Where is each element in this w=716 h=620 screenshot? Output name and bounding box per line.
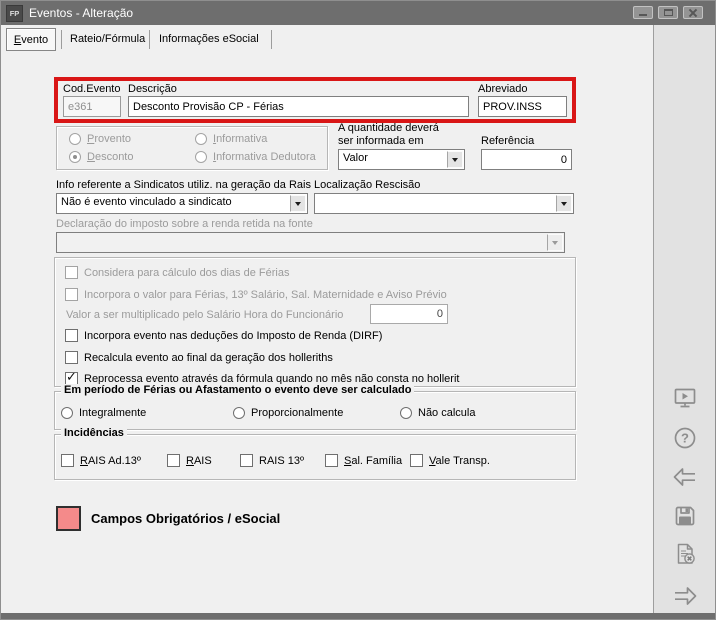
ferias-afastamento-group: Em período de Férias ou Afastamento o ev… [54,391,576,430]
quantidade-select[interactable]: Valor [338,149,465,170]
checkbox-box [65,266,78,279]
checkbox-box [61,454,74,467]
checkbox-rais-ad13[interactable]: RAIS Ad.13º [61,454,141,467]
eventos-dialog: FP Eventos - Alteração Evento Rateio/Fór… [0,0,716,620]
sindicato-label: Info referente a Sindicatos utiliz. na g… [56,179,311,191]
required-color-swatch [56,506,81,531]
incidencias-group-title: Incidências [61,427,127,439]
checkbox-box [240,454,253,467]
radio-dot [233,407,245,419]
radio-provento[interactable]: Provento [69,133,131,145]
tab-evento[interactable]: Evento [6,28,56,51]
close-icon[interactable] [683,6,703,19]
descricao-label: Descrição [128,83,177,95]
chevron-down-icon [547,234,563,251]
document-cancel-icon[interactable] [672,541,698,567]
descricao-field[interactable]: Desconto Provisão CP - Férias [128,96,469,117]
referencia-label: Referência [481,135,534,147]
checkbox-considera-dias-ferias[interactable]: Considera para cálculo dos dias de Féria… [65,266,289,279]
checkbox-box [65,288,78,301]
radio-proporcionalmente[interactable]: Proporcionalmente [233,407,343,419]
checkbox-rais-13[interactable]: RAIS 13º [240,454,304,467]
tab-divider [61,30,62,49]
titlebar: FP Eventos - Alteração [1,1,715,25]
radio-nao-calcula[interactable]: Não calcula [400,407,475,419]
monitor-play-icon[interactable] [672,385,698,411]
window-title: Eventos - Alteração [29,6,133,20]
cod-evento-field[interactable]: e361 [63,96,121,117]
checkbox-recalcula[interactable]: Recalcula evento ao final da geração dos… [65,351,333,364]
tab-divider [271,30,272,49]
sindicato-selected-value: Não é evento vinculado a sindicato [61,196,287,208]
window-bottom-edge [1,613,716,620]
chevron-down-icon[interactable] [290,195,306,212]
app-icon: FP [6,5,23,22]
radio-dot [400,407,412,419]
checkbox-sal-familia[interactable]: Sal. Família [325,454,402,467]
radio-dot [195,151,207,163]
ferias-group-title: Em período de Férias ou Afastamento o ev… [61,384,414,396]
checkbox-incorpora-valor[interactable]: Incorpora o valor para Férias, 13º Salár… [65,288,447,301]
radio-informativa-dedutora[interactable]: Informativa Dedutora [195,151,316,163]
rescisao-label: Localização Rescisão [314,179,420,191]
checkbox-vale-transp[interactable]: Vale Transp. [410,454,490,467]
quantidade-label-line1: A quantidade deverá [338,122,439,134]
arrow-right-icon[interactable] [672,583,698,609]
radio-dot [61,407,73,419]
multiplicador-label: Valor a ser multiplicado pelo Salário Ho… [66,309,343,321]
chevron-down-icon[interactable] [447,151,463,168]
tab-rateio-formula[interactable]: Rateio/Fórmula [70,33,145,45]
checkbox-dirf[interactable]: Incorpora evento nas deduções do Imposto… [65,329,382,342]
checkbox-box [167,454,180,467]
arrow-left-icon[interactable] [672,464,698,490]
incidencias-group: Incidências RAIS Ad.13º RAIS RAIS 13º Sa… [54,434,576,480]
sindicato-select[interactable]: Não é evento vinculado a sindicato [56,193,308,214]
checkbox-box [65,329,78,342]
abreviado-label: Abreviado [478,83,528,95]
checkbox-box [410,454,423,467]
chevron-down-icon[interactable] [556,195,572,212]
required-legend-label: Campos Obrigatórios / eSocial [91,511,280,526]
declaracao-label: Declaração do imposto sobre a renda reti… [56,218,313,230]
required-fields-box: Cod.Evento e361 Descrição Desconto Provi… [54,77,576,123]
quantidade-selected-value: Valor [343,152,444,164]
quantidade-label-line2: ser informada em [338,135,424,147]
checkbox-box [65,351,78,364]
rescisao-select[interactable] [314,193,574,214]
maximize-icon[interactable] [658,6,678,19]
multiplicador-field[interactable]: 0 [370,304,448,324]
radio-desconto[interactable]: Desconto [69,151,133,163]
radio-informativa[interactable]: Informativa [195,133,267,145]
radio-dot [195,133,207,145]
tab-divider [149,30,150,49]
radio-dot [69,133,81,145]
svg-text:?: ? [681,431,689,446]
opcoes-group: Considera para cálculo dos dias de Féria… [54,257,576,387]
checkbox-rais[interactable]: RAIS [167,454,212,467]
tab-evento-label: Evento [14,34,48,46]
declaracao-select [56,232,565,253]
radio-integralmente[interactable]: Integralmente [61,407,146,419]
abreviado-field[interactable]: PROV.INSS [478,96,567,117]
save-icon[interactable] [672,503,698,529]
cod-evento-label: Cod.Evento [63,83,120,95]
radio-dot [69,151,81,163]
tab-informacoes-esocial[interactable]: Informações eSocial [159,33,259,45]
tipo-evento-group: Provento Desconto Informativa Informativ… [56,126,328,170]
action-sidebar: ? [653,25,716,614]
referencia-field[interactable]: 0 [481,149,572,170]
minimize-icon[interactable] [633,6,653,19]
checkbox-box [325,454,338,467]
help-icon[interactable]: ? [672,425,698,451]
